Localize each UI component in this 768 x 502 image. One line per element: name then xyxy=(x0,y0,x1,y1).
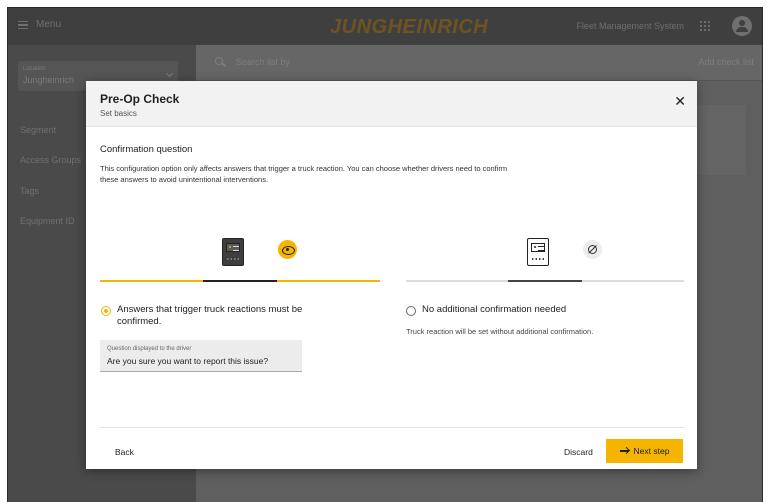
pre-op-check-dialog: Pre-Op Check Set basics ✕ Confirmation q… xyxy=(86,81,697,469)
search-icon xyxy=(215,57,223,65)
no-entry-icon xyxy=(583,240,602,259)
back-button[interactable]: Back xyxy=(115,447,134,457)
driver-question-field[interactable]: Question displayed to the driver Are you… xyxy=(100,340,302,372)
question-field-value[interactable]: Are you sure you want to report this iss… xyxy=(107,356,268,366)
search-input[interactable]: Search list by xyxy=(236,57,290,67)
sidebar-item-tags[interactable]: Tags xyxy=(20,186,39,196)
sidebar-item-access-groups[interactable]: Access Groups xyxy=(20,155,81,165)
arrow-right-icon xyxy=(619,450,629,452)
dialog-header: Pre-Op Check Set basics ✕ xyxy=(86,81,697,127)
option-b-indicator-base xyxy=(508,280,582,282)
location-label: Location xyxy=(23,66,46,72)
fleet-system-label: Fleet Management System xyxy=(576,21,684,31)
top-bar: Menu JUNGHEINRICH Fleet Management Syste… xyxy=(8,8,762,45)
next-step-button[interactable]: Next step xyxy=(606,439,683,463)
terminal-screen xyxy=(226,243,240,252)
add-check-list-button[interactable]: Add check list xyxy=(698,57,754,67)
close-icon[interactable]: ✕ xyxy=(674,94,686,108)
search-bar: Search list by Add check list xyxy=(196,45,762,81)
truck-terminal-icon xyxy=(222,238,244,266)
dialog-subtitle: Set basics xyxy=(100,109,137,118)
chevron-down-icon xyxy=(165,69,174,78)
sidebar-item-segment[interactable]: Segment xyxy=(20,125,56,135)
sidebar-item-equipment-id[interactable]: Equipment ID xyxy=(20,216,75,226)
location-value: Jungheinrich xyxy=(23,75,75,85)
app-window: Menu JUNGHEINRICH Fleet Management Syste… xyxy=(7,7,763,502)
option-b-radio[interactable] xyxy=(406,306,416,316)
menu-button[interactable]: Menu xyxy=(18,19,61,30)
option-a-indicator-base xyxy=(203,280,277,282)
apps-grid-icon[interactable] xyxy=(699,20,710,31)
discard-button[interactable]: Discard xyxy=(564,447,593,457)
terminal-keypad xyxy=(531,257,545,261)
option-b-description: Truck reaction will be set without addit… xyxy=(406,327,594,336)
next-step-label: Next step xyxy=(633,446,670,456)
terminal-keypad xyxy=(226,257,240,261)
menu-label: Menu xyxy=(36,19,62,30)
option-a-radio[interactable] xyxy=(101,306,111,316)
eye-icon xyxy=(278,240,297,259)
question-field-label: Question displayed to the driver xyxy=(107,346,192,352)
option-a-label[interactable]: Answers that trigger truck reactions mus… xyxy=(117,304,307,328)
section-title: Confirmation question xyxy=(100,144,193,155)
dialog-title: Pre-Op Check xyxy=(100,92,180,106)
truck-terminal-outline-icon xyxy=(527,238,549,266)
hamburger-icon xyxy=(18,20,28,29)
section-description: This configuration option only affects a… xyxy=(100,164,508,184)
user-avatar-icon[interactable] xyxy=(732,16,752,36)
brand-logo: JUNGHEINRICH xyxy=(330,16,489,38)
option-b-label[interactable]: No additional confirmation needed xyxy=(422,304,566,315)
terminal-screen xyxy=(531,243,545,252)
footer-divider xyxy=(100,427,684,428)
